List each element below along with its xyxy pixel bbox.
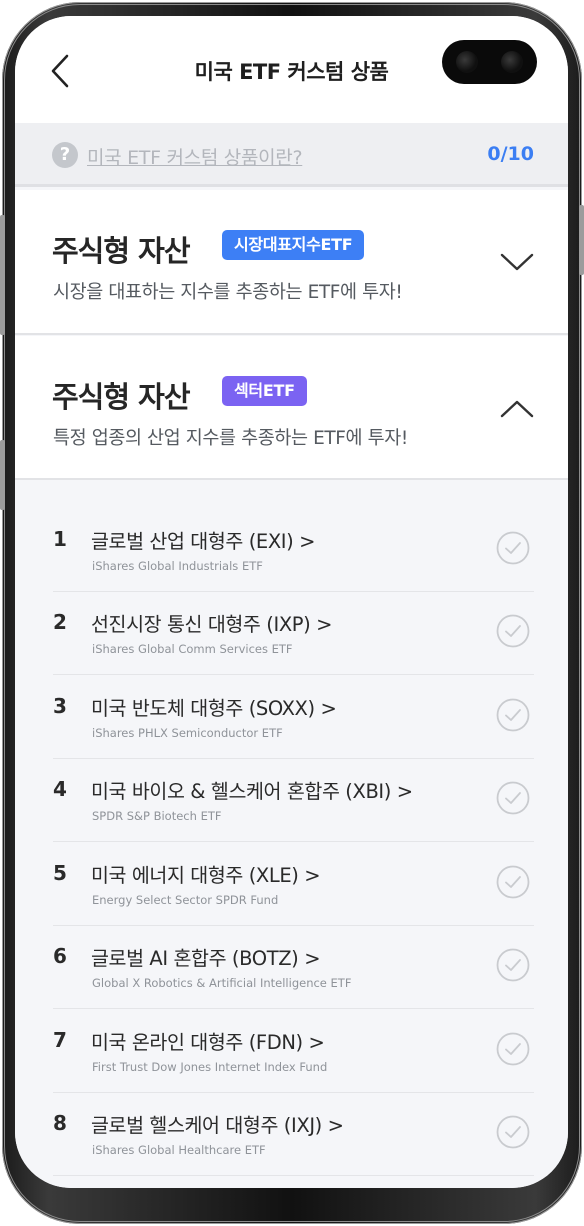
- section-description: 특정 업종의 산업 지수를 추종하는 ETF에 투자!: [53, 428, 408, 449]
- section-title: 주식형 자산: [52, 234, 190, 268]
- selection-counter: 0/10: [487, 143, 534, 165]
- item-number: 1: [53, 527, 67, 551]
- chevron-down-icon[interactable]: [500, 252, 534, 272]
- item-number: 2: [53, 610, 67, 634]
- camera-cutout: [442, 40, 537, 84]
- category-badge: 시장대표지수ETF: [222, 230, 365, 260]
- list-item[interactable]: 3 미국 반도체 대형주 (SOXX) > iShares PHLX Semic…: [53, 676, 534, 759]
- item-number: 8: [53, 1111, 67, 1135]
- check-circle-icon[interactable]: [496, 1032, 530, 1066]
- category-section[interactable]: 주식형 자산 섹터ETF 특정 업종의 산업 지수를 추종하는 ETF에 투자!: [15, 336, 568, 480]
- etf-list: 1 글로벌 산업 대형주 (EXI) > iShares Global Indu…: [15, 480, 568, 1188]
- chevron-up-icon[interactable]: [500, 399, 534, 419]
- list-item[interactable]: 6 글로벌 AI 혼합주 (BOTZ) > Global X Robotics …: [53, 926, 534, 1009]
- check-circle-icon[interactable]: [496, 614, 530, 648]
- side-button: [0, 215, 5, 335]
- check-circle-icon[interactable]: [496, 781, 530, 815]
- item-subtitle: Global X Robotics & Artificial Intellige…: [92, 976, 352, 990]
- item-number: 4: [53, 777, 67, 801]
- item-name-link[interactable]: 미국 에너지 대형주 (XLE) >: [91, 859, 321, 888]
- item-number: 7: [53, 1028, 67, 1052]
- item-number: 3: [53, 694, 67, 718]
- side-button: [579, 205, 584, 275]
- list-item[interactable]: 2 선진시장 통신 대형주 (IXP) > iShares Global Com…: [53, 592, 534, 675]
- list-item[interactable]: 7 미국 온라인 대형주 (FDN) > First Trust Dow Jon…: [53, 1010, 534, 1093]
- list-item[interactable]: 5 미국 에너지 대형주 (XLE) > Energy Select Secto…: [53, 843, 534, 926]
- question-icon[interactable]: ?: [52, 142, 78, 168]
- item-subtitle: iShares Global Comm Services ETF: [92, 642, 293, 656]
- check-circle-icon[interactable]: [496, 1115, 530, 1149]
- check-circle-icon[interactable]: [496, 531, 530, 565]
- item-name-link[interactable]: 글로벌 헬스케어 대형주 (IXJ) >: [91, 1109, 344, 1138]
- category-badge: 섹터ETF: [222, 376, 307, 406]
- list-item[interactable]: 8 글로벌 헬스케어 대형주 (IXJ) > iShares Global He…: [53, 1093, 534, 1176]
- check-circle-icon[interactable]: [496, 948, 530, 982]
- item-subtitle: SPDR S&P Biotech ETF: [92, 809, 222, 823]
- app-screen: 미국 ETF 커스텀 상품 ? 미국 ETF 커스텀 상품이란? 0/10 주식…: [15, 16, 568, 1188]
- check-circle-icon[interactable]: [496, 698, 530, 732]
- top-header: 미국 ETF 커스텀 상품: [15, 16, 568, 123]
- category-section[interactable]: 주식형 자산 시장대표지수ETF 시장을 대표하는 지수를 추종하는 ETF에 …: [15, 190, 568, 335]
- item-subtitle: iShares PHLX Semiconductor ETF: [92, 726, 283, 740]
- item-name-link[interactable]: 선진시장 통신 대형주 (IXP) >: [91, 608, 332, 637]
- item-name-link[interactable]: 미국 반도체 대형주 (SOXX) >: [91, 692, 337, 721]
- info-link[interactable]: 미국 ETF 커스텀 상품이란?: [87, 143, 303, 170]
- item-subtitle: iShares Global Healthcare ETF: [92, 1143, 266, 1157]
- list-item[interactable]: 1 글로벌 산업 대형주 (EXI) > iShares Global Indu…: [53, 509, 534, 592]
- item-number: 6: [53, 944, 67, 968]
- item-name-link[interactable]: 글로벌 산업 대형주 (EXI) >: [91, 525, 316, 554]
- camera-lens: [501, 51, 523, 73]
- section-title: 주식형 자산: [52, 380, 190, 414]
- item-subtitle: Energy Select Sector SPDR Fund: [92, 893, 279, 907]
- info-bar: ? 미국 ETF 커스텀 상품이란? 0/10: [15, 123, 568, 187]
- item-name-link[interactable]: 미국 온라인 대형주 (FDN) >: [91, 1026, 325, 1055]
- section-description: 시장을 대표하는 지수를 추종하는 ETF에 투자!: [53, 282, 403, 303]
- item-number: 5: [53, 861, 67, 885]
- list-item[interactable]: 4 미국 바이오 & 헬스케어 혼합주 (XBI) > SPDR S&P Bio…: [53, 759, 534, 842]
- camera-lens: [456, 51, 478, 73]
- item-subtitle: First Trust Dow Jones Internet Index Fun…: [92, 1060, 328, 1074]
- item-subtitle: iShares Global Industrials ETF: [92, 559, 263, 573]
- item-name-link[interactable]: 글로벌 AI 혼합주 (BOTZ) >: [91, 942, 321, 971]
- check-circle-icon[interactable]: [496, 865, 530, 899]
- item-name-link[interactable]: 미국 바이오 & 헬스케어 혼합주 (XBI) >: [91, 775, 413, 804]
- side-button: [0, 440, 5, 510]
